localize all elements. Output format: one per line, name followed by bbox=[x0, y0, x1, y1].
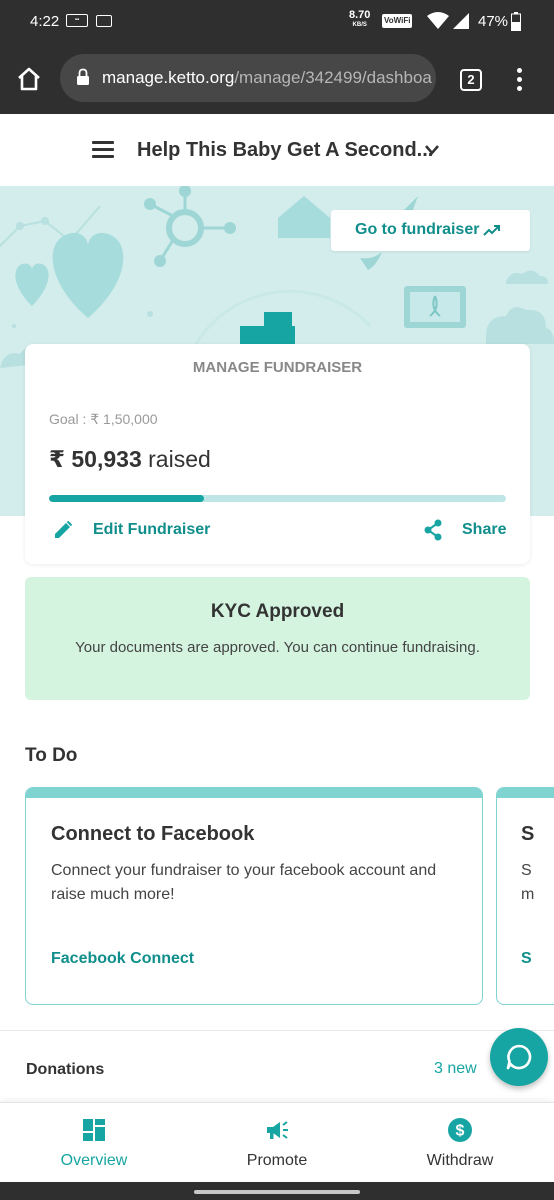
go-to-fundraiser-label: Go to fundraiser bbox=[355, 221, 480, 238]
progress-fill bbox=[49, 495, 205, 502]
chevron-down-icon[interactable] bbox=[424, 144, 440, 156]
wifi-icon bbox=[427, 12, 449, 29]
dollar-icon: $ bbox=[448, 1118, 472, 1142]
facebook-connect-link[interactable]: Facebook Connect bbox=[51, 950, 194, 968]
battery-percent: 47% bbox=[478, 13, 509, 30]
svg-text:$: $ bbox=[456, 1123, 465, 1140]
network-speed: 8.70 KB/S bbox=[349, 9, 371, 29]
go-to-fundraiser-button[interactable]: Go to fundraiser bbox=[331, 210, 530, 251]
manage-card-title: MANAGE FUNDRAISER bbox=[192, 359, 363, 376]
kyc-message: Your documents are approved. You can con… bbox=[75, 639, 480, 656]
overflow-menu-icon[interactable] bbox=[512, 68, 526, 92]
kyc-title: KYC Approved bbox=[210, 601, 345, 622]
share-button[interactable]: Share bbox=[423, 518, 513, 542]
fundraiser-selector[interactable]: Help This Baby Get A Second... bbox=[137, 139, 433, 162]
todo-card-accent bbox=[26, 788, 482, 798]
trending-up-icon bbox=[483, 225, 500, 236]
share-label: Share bbox=[462, 521, 507, 538]
lock-icon bbox=[77, 68, 89, 85]
signal-icon bbox=[453, 13, 469, 29]
notification-app-icon: ▪▪ bbox=[66, 14, 88, 27]
nav-overview-label: Overview bbox=[60, 1152, 128, 1169]
fundraising-progress-bar bbox=[49, 495, 506, 502]
address-bar[interactable]: manage.ketto.org/manage/342499/dashboa bbox=[60, 54, 436, 102]
edit-fundraiser-label: Edit Fundraiser bbox=[93, 521, 211, 538]
nav-overview[interactable]: Overview bbox=[2, 1103, 186, 1183]
todo-card-description: Connect your fundraiser to your facebook… bbox=[51, 862, 437, 903]
chat-button[interactable] bbox=[490, 1028, 548, 1086]
todo-card-accent bbox=[497, 788, 554, 798]
kyc-status-banner: KYC Approved Your documents are approved… bbox=[25, 577, 530, 700]
dashboard-icon bbox=[83, 1119, 105, 1141]
battery-icon bbox=[511, 12, 521, 31]
todo-card-description: S m bbox=[521, 862, 535, 903]
system-gesture-bar bbox=[0, 1182, 554, 1200]
megaphone-icon bbox=[267, 1121, 288, 1139]
url-text: manage.ketto.org/manage/342499/dashboa bbox=[102, 68, 432, 87]
nav-promote-label: Promote bbox=[246, 1152, 308, 1169]
donations-label: Donations bbox=[26, 1061, 105, 1078]
browser-toolbar: manage.ketto.org/manage/342499/dashboa 2 bbox=[0, 42, 554, 114]
hamburger-menu-icon[interactable] bbox=[92, 141, 114, 159]
home-icon[interactable] bbox=[16, 66, 42, 92]
status-bar: 4:22 ▪▪ 8.70 KB/S VoWiFi 47% bbox=[0, 0, 554, 42]
goal-amount: Goal : ₹ 1,50,000 bbox=[49, 411, 158, 427]
home-gesture-handle[interactable] bbox=[194, 1190, 360, 1194]
todo-card-next: S S m S bbox=[496, 787, 554, 1005]
app-header: Help This Baby Get A Second... bbox=[0, 114, 554, 186]
new-donations-count[interactable]: 3 new bbox=[434, 1060, 477, 1078]
todo-heading: To Do bbox=[25, 745, 78, 766]
vowifi-badge: VoWiFi bbox=[382, 14, 413, 28]
chat-bubble-icon bbox=[506, 1044, 532, 1070]
voicemail-icon bbox=[96, 15, 112, 27]
manage-fundraiser-card: MANAGE FUNDRAISER Goal : ₹ 1,50,000 ₹ 50… bbox=[25, 344, 530, 564]
nav-withdraw-label: Withdraw bbox=[426, 1152, 494, 1169]
todo-card-title: Connect to Facebook bbox=[51, 823, 255, 845]
share-icon bbox=[424, 519, 442, 541]
nav-withdraw[interactable]: $ Withdraw bbox=[368, 1103, 552, 1183]
nav-promote[interactable]: Promote bbox=[185, 1103, 369, 1183]
todo-card-facebook: Connect to Facebook Connect your fundrai… bbox=[25, 787, 483, 1005]
status-time: 4:22 bbox=[30, 13, 60, 30]
raised-amount: ₹ 50,933 raised bbox=[49, 446, 211, 472]
bottom-navigation: Overview Promote $ Withdraw bbox=[0, 1102, 554, 1182]
donations-section[interactable]: Donations 3 new bbox=[0, 1030, 554, 1102]
todo-card-action-link[interactable]: S bbox=[521, 950, 532, 968]
pencil-icon bbox=[55, 520, 73, 538]
tab-switcher-button[interactable]: 2 bbox=[460, 69, 482, 91]
todo-card-title: S bbox=[521, 823, 535, 845]
